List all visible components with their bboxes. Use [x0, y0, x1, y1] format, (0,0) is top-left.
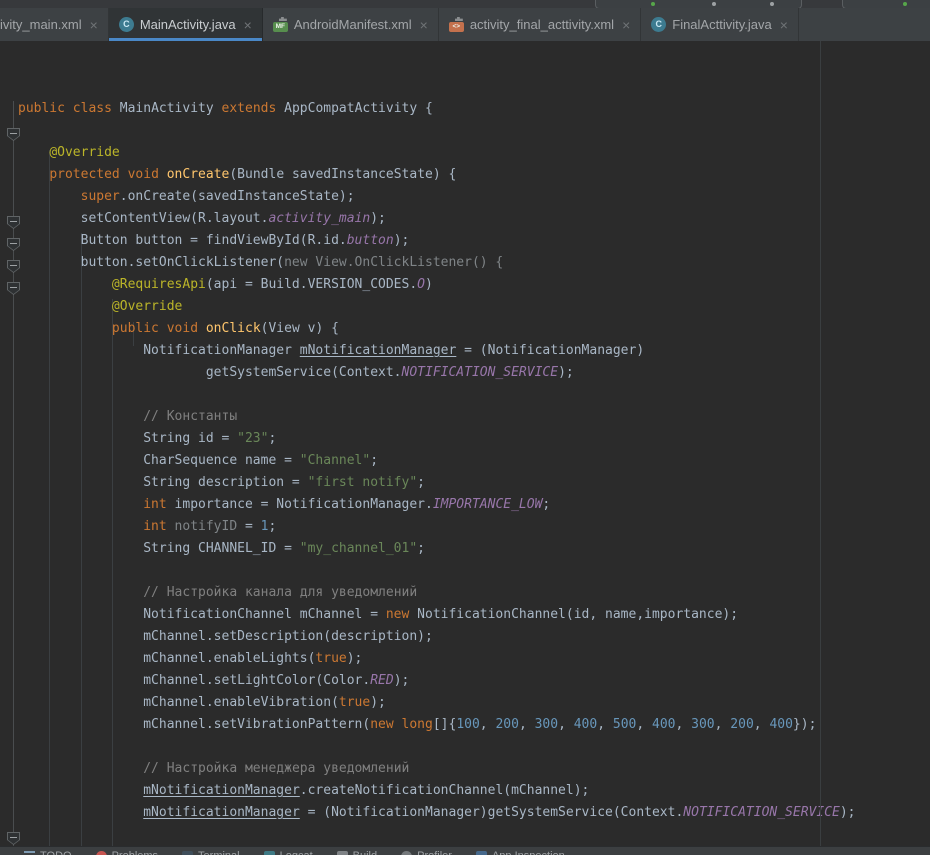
- code-line[interactable]: mChannel.setVibrationPattern(new long[]{…: [18, 714, 930, 736]
- problems-icon: [96, 851, 107, 855]
- code-line[interactable]: @RequiresApi(api = Build.VERSION_CODES.O…: [18, 274, 930, 296]
- code-line[interactable]: getSystemService(Context.NOTIFICATION_SE…: [18, 362, 930, 384]
- build-icon: [337, 851, 348, 855]
- tab-label: FinalActtivity.java: [672, 17, 771, 32]
- code-line[interactable]: mNotificationManager.createNotificationC…: [18, 780, 930, 802]
- code-line[interactable]: String description = "first notify";: [18, 472, 930, 494]
- profiler-icon: [401, 851, 412, 855]
- code-line[interactable]: [18, 736, 930, 758]
- close-icon[interactable]: ×: [622, 18, 630, 32]
- tab-androidmanifest-xml[interactable]: MF AndroidManifest.xml ×: [263, 8, 439, 41]
- tab-label: MainActivity.java: [140, 17, 236, 32]
- code-line[interactable]: public void onClick(View v) {: [18, 318, 930, 340]
- code-line[interactable]: super.onCreate(savedInstanceState);: [18, 186, 930, 208]
- manifest-file-icon: MF: [273, 17, 288, 32]
- code-line[interactable]: int notifyID = 1;: [18, 516, 930, 538]
- tab-finalacttivity-java[interactable]: C FinalActtivity.java ×: [641, 8, 799, 41]
- editor-tab-bar: ivity_main.xml × C MainActivity.java × MF Andr…: [0, 8, 930, 41]
- code-line[interactable]: NotificationChannel mChannel = new Notif…: [18, 604, 930, 626]
- close-icon[interactable]: ×: [780, 18, 788, 32]
- statusbar-item-label: Terminal: [198, 849, 240, 855]
- close-icon[interactable]: ×: [90, 18, 98, 32]
- code-line[interactable]: // Настройка канала для уведомлений: [18, 582, 930, 604]
- code-line[interactable]: int importance = NotificationManager.IMP…: [18, 494, 930, 516]
- statusbar-item-label: App Inspection: [492, 849, 565, 855]
- statusbar-item-problems[interactable]: Problems: [96, 847, 158, 855]
- statusbar-item-todo[interactable]: TODO: [24, 847, 72, 855]
- code-line[interactable]: NotificationManager mNotificationManager…: [18, 340, 930, 362]
- terminal-icon: [182, 851, 193, 855]
- statusbar-item-label: Profiler: [417, 849, 452, 855]
- statusbar-item-app-inspection[interactable]: App Inspection: [476, 847, 565, 855]
- code-line[interactable]: [18, 120, 930, 142]
- statusbar-item-label: Build: [353, 849, 377, 855]
- code-line[interactable]: mChannel.setLightColor(Color.RED);: [18, 670, 930, 692]
- code-line[interactable]: protected void onCreate(Bundle savedInst…: [18, 164, 930, 186]
- tab-label: activity_final_acttivity.xml: [470, 17, 614, 32]
- main-toolbar-strip: [0, 0, 930, 8]
- code-line[interactable]: [18, 384, 930, 406]
- statusbar-item-label: Logcat: [280, 849, 313, 855]
- java-class-icon: C: [651, 17, 666, 32]
- statusbar-item-build[interactable]: Build: [337, 847, 377, 855]
- code-line[interactable]: // Константы: [18, 406, 930, 428]
- statusbar-item-label: TODO: [40, 849, 72, 855]
- code-line[interactable]: String id = "23";: [18, 428, 930, 450]
- right-margin-guide: [820, 41, 821, 846]
- statusbar-item-profiler[interactable]: Profiler: [401, 847, 452, 855]
- code-line[interactable]: [18, 560, 930, 582]
- statusbar-item-label: Problems: [112, 849, 158, 855]
- todo-icon: [24, 851, 35, 855]
- code-line[interactable]: Button button = findViewById(R.id.button…: [18, 230, 930, 252]
- code-line[interactable]: mChannel.enableLights(true);: [18, 648, 930, 670]
- close-icon[interactable]: ×: [244, 18, 252, 32]
- widget-dot-icon: [770, 2, 774, 6]
- tab-activity-final-acttivity-xml[interactable]: <> activity_final_acttivity.xml ×: [439, 8, 641, 41]
- code-line[interactable]: mChannel.enableVibration(true);: [18, 692, 930, 714]
- tab-mainactivity-java[interactable]: C MainActivity.java ×: [109, 8, 263, 41]
- layout-file-icon: <>: [449, 17, 464, 32]
- app-inspection-icon: [476, 851, 487, 855]
- code-line[interactable]: button.setOnClickListener(new View.OnCli…: [18, 252, 930, 274]
- statusbar-item-logcat[interactable]: Logcat: [264, 847, 313, 855]
- code-line[interactable]: public class MainActivity extends AppCom…: [18, 98, 930, 120]
- tab-ivity-main-xml[interactable]: ivity_main.xml ×: [0, 8, 109, 41]
- code-line[interactable]: CharSequence name = "Channel";: [18, 450, 930, 472]
- code-line[interactable]: // Настройка менеджера уведомлений: [18, 758, 930, 780]
- java-class-icon: C: [119, 17, 134, 32]
- code-editor[interactable]: public class MainActivity extends AppCom…: [0, 41, 930, 846]
- close-icon[interactable]: ×: [420, 18, 428, 32]
- code-line[interactable]: String CHANNEL_ID = "my_channel_01";: [18, 538, 930, 560]
- code-line[interactable]: @Override: [18, 296, 930, 318]
- code-line[interactable]: setContentView(R.layout.activity_main);: [18, 208, 930, 230]
- code-line[interactable]: mChannel.setDescription(description);: [18, 626, 930, 648]
- ide-window: ivity_main.xml × C MainActivity.java × MF Andr…: [0, 0, 930, 855]
- fold-range-line: [13, 101, 14, 855]
- device-status-dot-icon: [903, 2, 907, 6]
- code-line[interactable]: mNotificationManager = (NotificationMana…: [18, 802, 930, 824]
- status-bar: TODO Problems Terminal Logcat Build Profiler A…: [0, 846, 930, 855]
- code-line[interactable]: [18, 824, 930, 846]
- run-status-dot-icon: [651, 2, 655, 6]
- code-area[interactable]: public class MainActivity extends AppCom…: [18, 98, 930, 855]
- tab-label: ivity_main.xml: [0, 17, 82, 32]
- statusbar-item-terminal[interactable]: Terminal: [182, 847, 240, 855]
- widget-dot-icon: [712, 2, 716, 6]
- code-line[interactable]: @Override: [18, 142, 930, 164]
- logcat-icon: [264, 851, 275, 855]
- tab-label: AndroidManifest.xml: [294, 17, 412, 32]
